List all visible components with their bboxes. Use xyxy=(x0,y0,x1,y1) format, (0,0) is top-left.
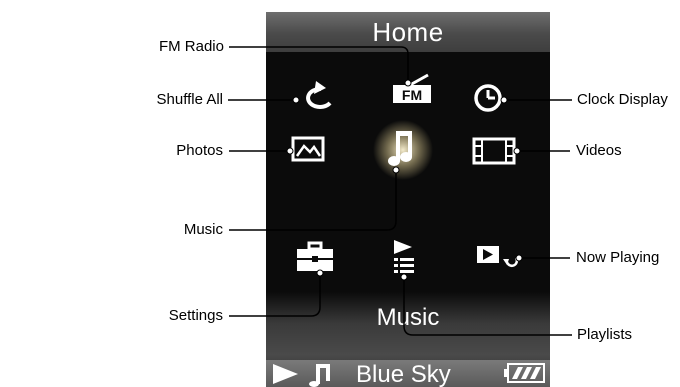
callout-line-fm-radio xyxy=(229,46,409,83)
callout-dot-music xyxy=(392,166,400,174)
callout-dot-shuffle-all xyxy=(292,96,300,104)
callout-dot-now-playing xyxy=(515,254,523,262)
callout-label-fm-radio: FM Radio xyxy=(158,38,224,55)
callout-dot-videos xyxy=(513,147,521,155)
callout-dot-clock-display xyxy=(500,96,508,104)
callout-label-settings: Settings xyxy=(168,307,223,324)
callout-dot-fm-radio xyxy=(404,79,412,87)
callout-label-music: Music xyxy=(183,221,223,238)
callout-label-shuffle-all: Shuffle All xyxy=(156,91,223,108)
callout-label-videos: Videos xyxy=(576,142,622,159)
callout-line-music xyxy=(229,170,397,231)
callout-dot-settings xyxy=(316,269,324,277)
callout-label-photos: Photos xyxy=(176,142,223,159)
callout-line-settings xyxy=(229,273,321,317)
callout-label-clock-display: Clock Display xyxy=(577,91,668,108)
callout-dot-photos xyxy=(286,147,294,155)
callout-label-now-playing: Now Playing xyxy=(576,249,660,266)
callout-label-playlists: Playlists xyxy=(577,326,633,343)
callout-dot-playlists xyxy=(400,273,408,281)
callout-line-playlists xyxy=(403,277,572,336)
